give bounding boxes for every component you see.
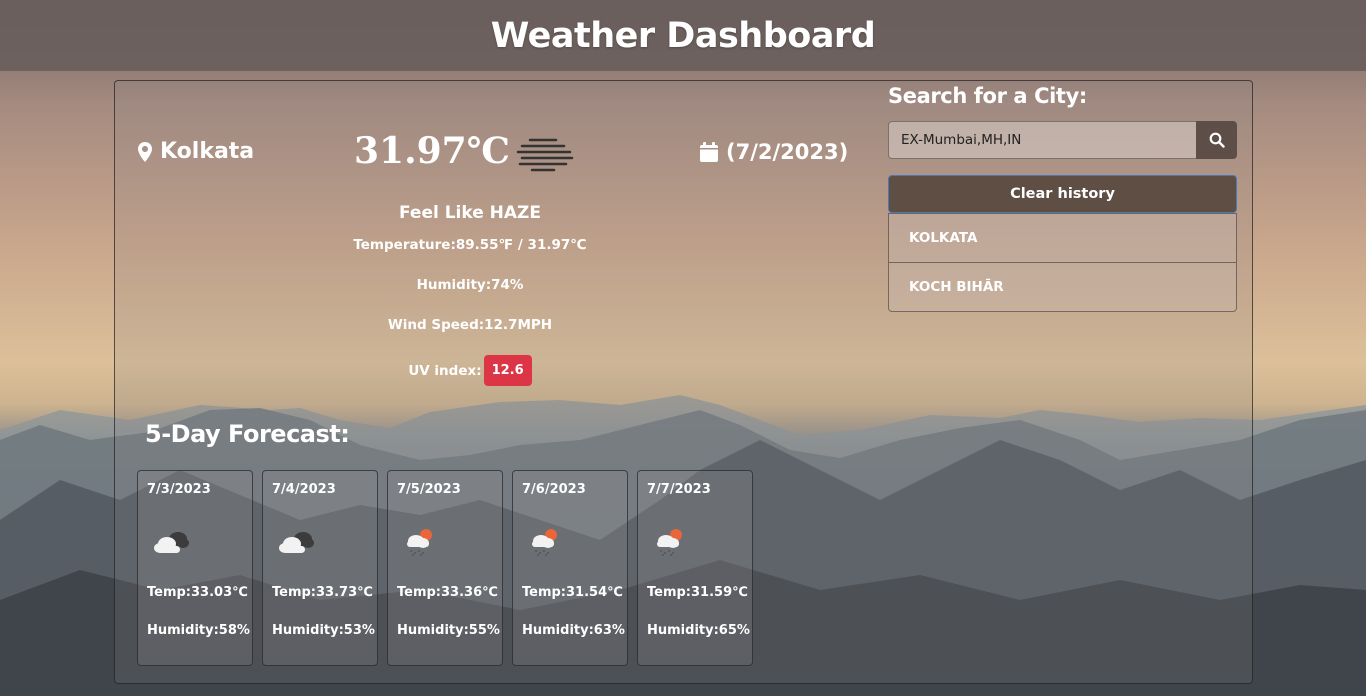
forecast-card: 7/4/2023 Temp:33.73℃ Humidity:53%: [262, 470, 378, 666]
history-item-kolkata[interactable]: KOLKATA: [889, 214, 1236, 263]
forecast-temp: Temp:33.73℃: [272, 585, 373, 600]
wind-speed-detail: Wind Speed:12.7MPH: [387, 317, 553, 333]
forecast-cards: 7/3/2023 Temp:33.03℃ Humidity:58% 7/4/20…: [137, 470, 753, 666]
search-title: Search for a City:: [888, 84, 1087, 108]
date-text: (7/2/2023): [726, 140, 849, 164]
header: Weather Dashboard: [0, 0, 1366, 71]
calendar-icon: [700, 142, 718, 162]
forecast-date: 7/7/2023: [647, 482, 711, 497]
forecast-card: 7/5/2023 Temp:33.36℃ Humidity:55%: [387, 470, 503, 666]
humidity-detail: Humidity:74%: [416, 277, 524, 293]
search-history-list: KOLKATA KOCH BIHĀR: [888, 213, 1237, 312]
uv-index-label: UV index:: [408, 362, 482, 379]
rain-sun-icon: [532, 529, 557, 556]
forecast-date: 7/4/2023: [272, 482, 336, 497]
city-search-input[interactable]: [888, 121, 1197, 159]
forecast-humidity: Humidity:63%: [522, 623, 625, 638]
forecast-title: 5-Day Forecast:: [145, 420, 350, 448]
forecast-humidity: Humidity:65%: [647, 623, 750, 638]
forecast-date: 7/5/2023: [397, 482, 461, 497]
forecast-humidity: Humidity:58%: [147, 623, 250, 638]
cloudy-icon: [279, 532, 314, 553]
forecast-date: 7/3/2023: [147, 482, 211, 497]
forecast-temp: Temp:31.54℃: [522, 585, 623, 600]
temperature-detail: Temperature:89.55℉ / 31.97℃: [353, 237, 587, 253]
current-date: (7/2/2023): [700, 140, 848, 164]
forecast-humidity: Humidity:53%: [272, 623, 375, 638]
search-button[interactable]: [1196, 121, 1237, 159]
forecast-card: 7/7/2023 Temp:31.59℃ Humidity:65%: [637, 470, 753, 666]
search-icon: [1209, 132, 1225, 148]
rain-sun-icon: [407, 529, 432, 556]
city-name: Kolkata: [160, 139, 255, 164]
rain-sun-icon: [657, 529, 682, 556]
current-temperature: 31.97℃: [354, 130, 510, 172]
weather-details: Feel Like HAZE Temperature:89.55℉ / 31.9…: [340, 203, 600, 386]
forecast-card: 7/6/2023 Temp:31.54℃ Humidity:63%: [512, 470, 628, 666]
feel-like-text: Feel Like HAZE: [398, 203, 541, 223]
forecast-card: 7/3/2023 Temp:33.03℃ Humidity:58%: [137, 470, 253, 666]
page-title: Weather Dashboard: [490, 15, 876, 56]
forecast-temp: Temp:33.03℃: [147, 585, 248, 600]
haze-icon: [516, 138, 574, 172]
forecast-date: 7/6/2023: [522, 482, 586, 497]
current-city: Kolkata: [138, 139, 254, 164]
cloudy-icon: [154, 532, 189, 553]
uv-index-badge: 12.6: [483, 355, 532, 386]
history-item-koch-bihar[interactable]: KOCH BIHĀR: [889, 263, 1236, 311]
uv-index-row: UV index: 12.6: [340, 355, 600, 386]
location-pin-icon: [138, 141, 152, 162]
forecast-humidity: Humidity:55%: [397, 623, 500, 638]
forecast-temp: Temp:31.59℃: [647, 585, 748, 600]
clear-history-button[interactable]: Clear history: [888, 175, 1237, 213]
forecast-temp: Temp:33.36℃: [397, 585, 498, 600]
